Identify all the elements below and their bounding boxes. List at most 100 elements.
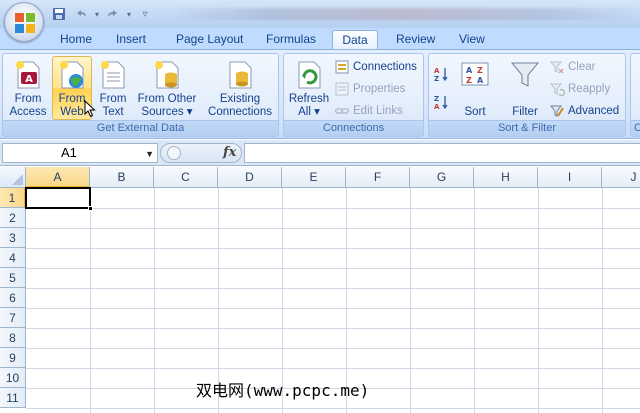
select-all-button[interactable]	[0, 167, 26, 188]
refresh-label-2: All ▾	[298, 106, 320, 118]
tab-view[interactable]: View	[451, 30, 493, 50]
svg-text:Z: Z	[434, 75, 439, 82]
column-header-e[interactable]: E	[282, 167, 346, 188]
column-header-h[interactable]: H	[474, 167, 538, 188]
quick-access-toolbar: ▾ ▾ ▿	[50, 4, 154, 24]
formula-bar-handle-icon[interactable]	[167, 146, 181, 160]
reapply-label: Reapply	[568, 82, 611, 95]
name-box-value: A1	[61, 145, 77, 160]
refresh-icon	[298, 61, 321, 89]
name-box-dropdown-icon[interactable]: ▼	[145, 145, 154, 163]
funnel-icon	[510, 62, 540, 87]
column-header-g[interactable]: G	[410, 167, 474, 188]
refresh-all-button[interactable]: Refresh All ▾	[287, 56, 331, 120]
redo-dropdown-icon[interactable]: ▾	[126, 5, 132, 23]
group-sort-filter: AZ ZA A Z Z A Sort Filter Clear Reapply …	[428, 53, 626, 137]
undo-icon[interactable]	[72, 5, 90, 23]
column-header-i[interactable]: I	[538, 167, 602, 188]
row-header-4[interactable]: 4	[0, 248, 26, 268]
svg-text:A: A	[477, 76, 484, 85]
row-header-5[interactable]: 5	[0, 268, 26, 288]
gridline	[26, 208, 640, 209]
office-button[interactable]	[4, 2, 44, 42]
refresh-label-1: Refresh	[288, 93, 330, 105]
other-sources-icon	[155, 61, 179, 89]
access-db-icon: A	[16, 61, 40, 89]
row-header-3[interactable]: 3	[0, 228, 26, 248]
sort-filter-group-label: Sort & Filter	[429, 120, 625, 136]
sort-button[interactable]: A Z Z A Sort	[457, 56, 493, 120]
row-header-1[interactable]: 1	[0, 188, 26, 208]
tab-review[interactable]: Review	[388, 30, 443, 50]
row-header-7[interactable]: 7	[0, 308, 26, 328]
tab-insert[interactable]: Insert	[108, 30, 154, 50]
redo-icon[interactable]	[104, 5, 122, 23]
existing-connections-label-2: Connections	[208, 106, 272, 118]
advanced-button[interactable]: Advanced	[549, 101, 619, 121]
from-other-sources-button[interactable]: From Other Sources ▾	[134, 56, 200, 120]
row-header-8[interactable]: 8	[0, 328, 26, 348]
row-header-11[interactable]: 11	[0, 388, 26, 408]
sort-ascending-button[interactable]: AZ	[433, 64, 449, 84]
advanced-label: Advanced	[568, 104, 620, 117]
row-header-2[interactable]: 2	[0, 208, 26, 228]
group-connections: Refresh All ▾ Connections Properties Edi…	[283, 53, 424, 137]
active-cell-a1[interactable]	[25, 187, 91, 209]
partial-group-label: C	[631, 120, 640, 136]
from-text-button[interactable]: From Text	[94, 56, 132, 120]
row-header-10[interactable]: 10	[0, 368, 26, 388]
column-header-a[interactable]: A	[26, 167, 90, 188]
column-header-j[interactable]: J	[602, 167, 640, 188]
tab-data[interactable]: Data	[332, 30, 378, 51]
insert-function-button[interactable]: fx	[223, 145, 236, 160]
formula-input[interactable]	[244, 143, 640, 163]
properties-button[interactable]: Properties	[334, 79, 405, 99]
column-header-f[interactable]: F	[346, 167, 410, 188]
gridline	[26, 328, 640, 329]
from-text-label-2: Text	[102, 106, 124, 118]
from-web-label-1: From	[58, 93, 86, 105]
undo-dropdown-icon[interactable]: ▾	[94, 5, 100, 23]
gridline	[26, 308, 640, 309]
fill-handle[interactable]	[88, 206, 93, 211]
row-header-6[interactable]: 6	[0, 288, 26, 308]
tab-page-layout[interactable]: Page Layout	[168, 30, 251, 50]
svg-text:A: A	[434, 67, 440, 75]
row-header-9[interactable]: 9	[0, 348, 26, 368]
connections-button[interactable]: Connections	[334, 57, 417, 77]
gridline	[26, 228, 640, 229]
column-header-b[interactable]: B	[90, 167, 154, 188]
existing-connections-label-1: Existing	[219, 93, 261, 105]
web-page-icon	[60, 61, 84, 89]
mouse-cursor-icon	[84, 100, 96, 118]
gridline	[538, 188, 539, 413]
svg-text:A: A	[466, 66, 473, 75]
existing-connections-button[interactable]: Existing Connections	[204, 56, 276, 120]
ribbon: A From Access From Web From Text From Ot…	[0, 49, 640, 139]
customize-icon[interactable]: ▿	[136, 5, 154, 23]
clear-button[interactable]: Clear	[549, 57, 595, 77]
filter-button[interactable]: Filter	[503, 56, 547, 120]
gridline	[26, 268, 640, 269]
from-access-label-2: Access	[9, 106, 47, 118]
from-access-button[interactable]: A From Access	[6, 56, 50, 120]
save-icon[interactable]	[50, 5, 68, 23]
text-file-icon	[101, 61, 125, 89]
sort-descending-button[interactable]: ZA	[433, 92, 449, 112]
sort-az-icon: AZ	[434, 67, 448, 82]
connections-group-label: Connections	[284, 120, 423, 136]
reapply-button[interactable]: Reapply	[549, 79, 610, 99]
gridline	[26, 368, 640, 369]
svg-text:A: A	[25, 74, 33, 85]
column-header-c[interactable]: C	[154, 167, 218, 188]
tab-home[interactable]: Home	[52, 30, 100, 50]
gridline	[26, 248, 640, 249]
column-header-d[interactable]: D	[218, 167, 282, 188]
edit-links-button[interactable]: Edit Links	[334, 101, 403, 121]
properties-icon	[335, 82, 349, 96]
gridline	[410, 188, 411, 413]
tab-formulas[interactable]: Formulas	[258, 30, 324, 50]
from-web-label-2: Web	[60, 106, 84, 118]
name-box[interactable]: A1 ▼	[2, 143, 158, 163]
from-text-label-1: From	[99, 93, 127, 105]
